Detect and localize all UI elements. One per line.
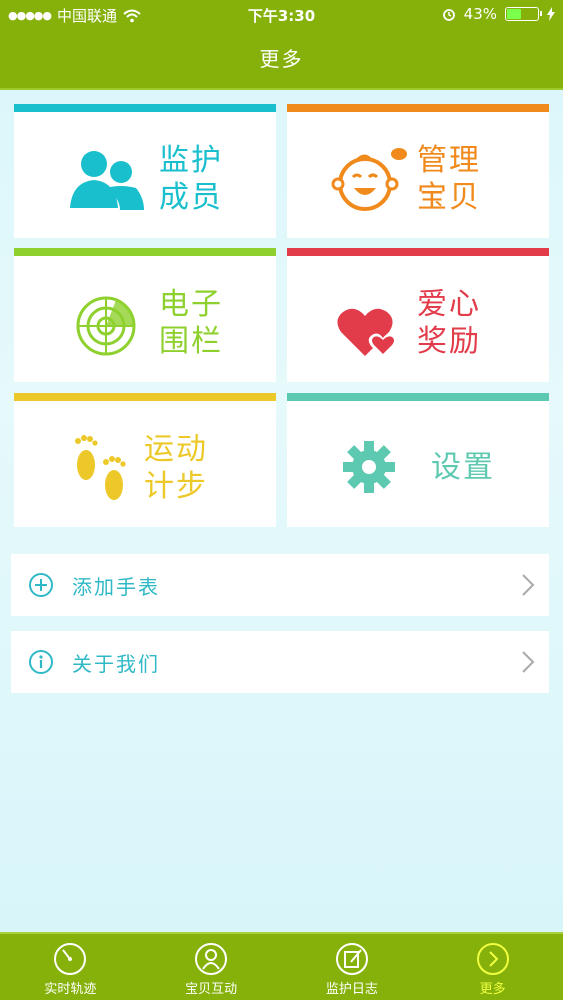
chevron-right-icon [522,651,535,673]
tab-label: 实时轨迹 [44,982,97,997]
tile-guardians[interactable]: 监护 成员 [14,104,276,238]
gear-icon [343,441,395,493]
row-label: 关于我们 [72,652,160,676]
add-watch-row[interactable]: 添加手表 [11,554,549,616]
tab-monitor-log[interactable]: 监护日志 [282,934,423,1000]
alarm-icon [442,9,455,21]
tab-baby-interaction[interactable]: 宝贝互动 [141,934,282,1000]
tile-label: 爱心 奖励 [417,287,481,359]
battery-icon [505,7,542,21]
clock-icon [54,943,87,975]
tile-pedometer[interactable]: 运动 计步 [14,393,276,527]
tile-label: 管理 宝贝 [417,143,481,215]
page-title: 更多 [259,47,304,71]
tile-label: 运动 计步 [144,432,208,504]
tile-settings[interactable]: 设置 [287,393,549,527]
nav-bar: 更多 [0,30,563,90]
tile-label: 监护 成员 [159,143,223,215]
tile-label: 设置 [431,450,495,485]
chevron-right-icon [522,574,535,596]
tile-love-reward[interactable]: 爱心 奖励 [287,248,549,382]
child-icon [195,943,228,975]
info-circle-icon [29,650,53,674]
row-label: 添加手表 [72,575,160,599]
plus-circle-icon [29,573,53,597]
footprints-icon [75,435,126,500]
status-bar: ●●●●● 中国联通 下午3:30 43% [0,0,563,30]
hearts-icon [337,308,398,358]
baby-face-icon [331,148,407,211]
notepad-icon [335,943,368,975]
tile-label: 电子 围栏 [159,287,223,359]
tab-more[interactable]: 更多 [422,934,563,1000]
charging-icon [547,7,555,21]
tab-label: 宝贝互动 [185,982,238,997]
chevron-circle-icon [476,943,509,975]
tile-geofence[interactable]: 电子 围栏 [14,248,276,382]
battery-percent: 43% [463,5,497,23]
about-us-row[interactable]: 关于我们 [11,631,549,693]
tile-manage-baby[interactable]: 管理 宝贝 [287,104,549,238]
tab-realtime-track[interactable]: 实时轨迹 [0,934,141,1000]
tab-bar: 实时轨迹 宝贝互动 监护日志 更多 [0,932,563,1000]
tab-label: 更多 [479,982,506,997]
tab-label: 监护日志 [325,982,378,997]
radar-icon [76,296,136,356]
people-icon [70,151,144,210]
